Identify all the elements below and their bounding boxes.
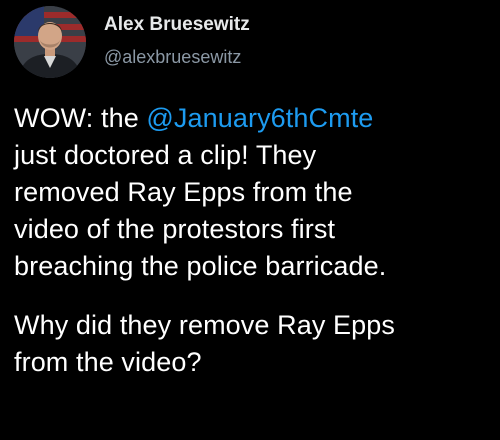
tweet-line: Why did they remove Ray Epps <box>14 310 395 340</box>
avatar-image <box>14 6 86 78</box>
tweet-line: removed Ray Epps from the <box>14 177 353 207</box>
tweet-line: just doctored a clip! They <box>14 140 317 170</box>
tweet-line: WOW: the @January6thCmte <box>14 100 494 137</box>
tweet-line: from the video? <box>14 347 202 377</box>
avatar[interactable] <box>14 6 86 78</box>
tweet-header: Alex Bruesewitz @alexbruesewitz <box>14 6 250 78</box>
tweet-text-prefix: WOW: the <box>14 103 147 133</box>
display-name[interactable]: Alex Bruesewitz <box>104 13 250 37</box>
tweet-text: WOW: the @January6thCmte just doctored a… <box>14 100 494 381</box>
tweet-card: Alex Bruesewitz @alexbruesewitz WOW: the… <box>0 0 500 440</box>
user-names: Alex Bruesewitz @alexbruesewitz <box>104 13 250 69</box>
tweet-line: video of the protestors first <box>14 214 336 244</box>
mention-link[interactable]: @January6thCmte <box>146 103 373 133</box>
tweet-line: breaching the police barricade. <box>14 251 387 281</box>
user-handle[interactable]: @alexbruesewitz <box>104 45 250 69</box>
